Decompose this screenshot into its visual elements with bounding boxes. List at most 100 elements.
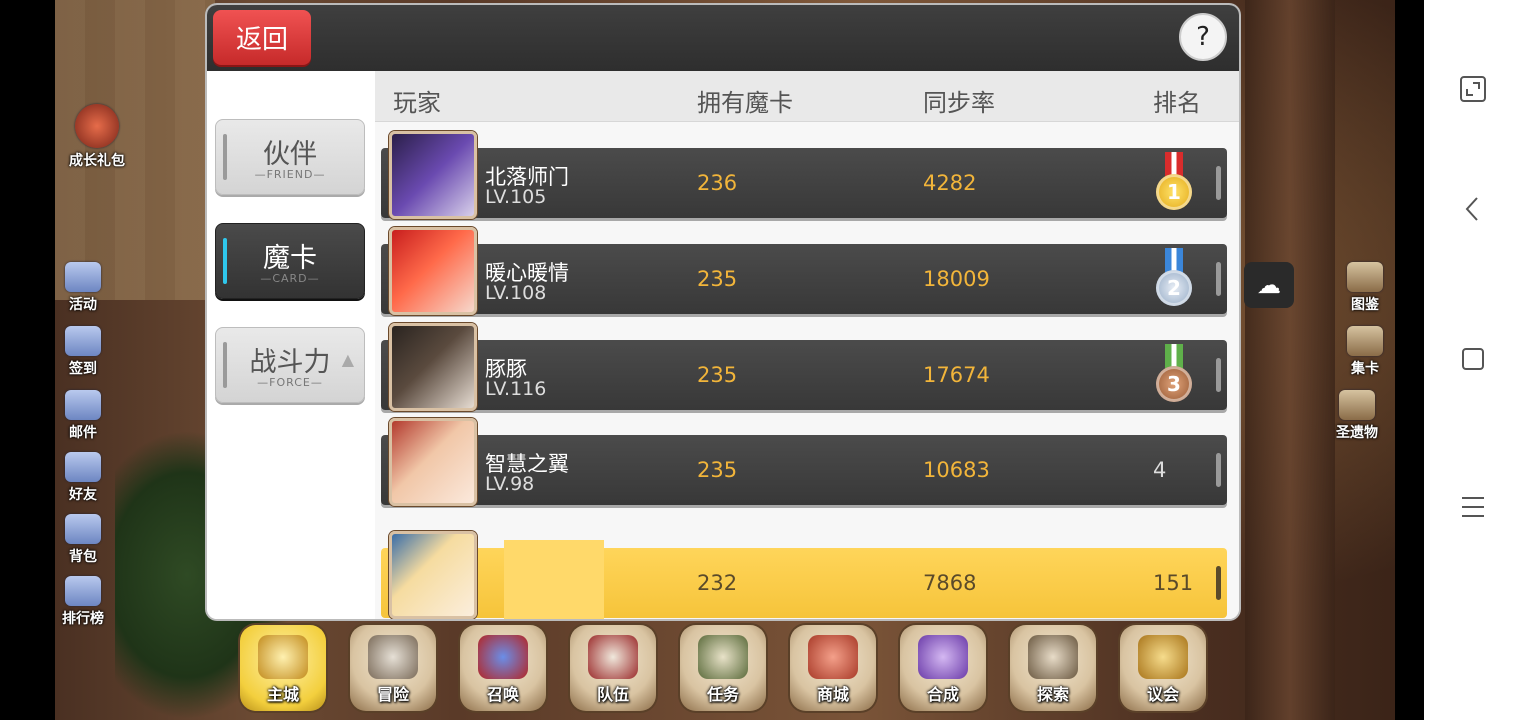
backpack-icon bbox=[65, 514, 101, 544]
col-player: 玩家 bbox=[393, 89, 441, 117]
back-icon[interactable] bbox=[1458, 194, 1488, 224]
card-count: 235 bbox=[697, 267, 738, 291]
tab-force[interactable]: 战斗力 —FORCE— ▲ bbox=[215, 327, 365, 403]
table-row[interactable]: 北落师门 LV.105 236 4282 1 bbox=[381, 131, 1227, 219]
nav-label: 冒险 bbox=[376, 685, 409, 704]
nav-main-city[interactable]: 主城 bbox=[240, 625, 326, 711]
card-count: 235 bbox=[697, 363, 738, 387]
ranking-panel: 返回 ? 伙伴 —FRIEND— 魔卡 —CARD— 战斗力 —FORCE— ▲… bbox=[207, 5, 1239, 619]
crossed-swords-icon bbox=[368, 635, 418, 679]
rank-number: 4 bbox=[1153, 458, 1167, 482]
table-header: 玩家 拥有魔卡 同步率 排名 bbox=[375, 71, 1239, 122]
fullscreen-icon[interactable] bbox=[1458, 74, 1488, 104]
nav-team[interactable]: 队伍 bbox=[570, 625, 656, 711]
table-row[interactable]: 暖心暖情 LV.108 235 18009 2 bbox=[381, 227, 1227, 315]
system-navbar bbox=[1424, 0, 1520, 720]
gold-medal-icon: 1 bbox=[1153, 152, 1195, 218]
envelope-icon bbox=[65, 390, 101, 420]
friends-button[interactable]: 好友 bbox=[48, 452, 118, 504]
home-icon[interactable] bbox=[1458, 344, 1488, 374]
nav-quests[interactable]: 任务 bbox=[680, 625, 766, 711]
collect-cards-label: 集卡 bbox=[1351, 361, 1379, 377]
silver-medal-icon: 2 bbox=[1153, 248, 1195, 314]
nav-label: 合成 bbox=[926, 685, 959, 704]
col-rank: 排名 bbox=[1153, 89, 1201, 117]
nav-summon[interactable]: 召唤 bbox=[460, 625, 546, 711]
checkin-button[interactable]: 签到 bbox=[48, 326, 118, 378]
mail-label: 邮件 bbox=[69, 425, 97, 441]
tab-friend[interactable]: 伙伴 —FRIEND— bbox=[215, 119, 365, 195]
sort-arrow-icon: ▲ bbox=[341, 350, 354, 369]
avatar bbox=[389, 531, 477, 619]
medal-rank: 3 bbox=[1156, 366, 1192, 402]
bronze-medal-icon: 3 bbox=[1153, 344, 1195, 410]
council-emblem-icon bbox=[1138, 635, 1188, 679]
ranking-list[interactable]: 玩家 拥有魔卡 同步率 排名 北落师门 LV.105 236 4282 1 暖心… bbox=[375, 71, 1239, 619]
nav-adventure[interactable]: 冒险 bbox=[350, 625, 436, 711]
friends-icon bbox=[65, 452, 101, 482]
avatar bbox=[389, 227, 477, 315]
nav-explore[interactable]: 探索 bbox=[1010, 625, 1096, 711]
tab-card-label: 魔卡 bbox=[263, 243, 317, 274]
player-level: LV.116 bbox=[485, 378, 547, 400]
chat-button[interactable]: ☁ bbox=[1244, 262, 1294, 308]
potion-icon bbox=[918, 635, 968, 679]
avatar bbox=[389, 131, 477, 219]
checkin-label: 签到 bbox=[69, 361, 97, 377]
pickaxe-icon bbox=[1028, 635, 1078, 679]
row-handle bbox=[1216, 166, 1221, 200]
cards-icon bbox=[1347, 326, 1383, 356]
self-row[interactable]: 232 7868 151 bbox=[381, 531, 1227, 619]
bag-button[interactable]: 背包 bbox=[48, 514, 118, 566]
tab-card[interactable]: 魔卡 —CARD— bbox=[215, 223, 365, 299]
nav-craft[interactable]: 合成 bbox=[900, 625, 986, 711]
codex-button[interactable]: 图鉴 bbox=[1330, 262, 1400, 314]
table-row[interactable]: 豚豚 LV.116 235 17674 3 bbox=[381, 323, 1227, 411]
events-label: 活动 bbox=[69, 297, 97, 313]
back-button[interactable]: 返回 bbox=[213, 10, 311, 65]
nav-council[interactable]: 议会 bbox=[1120, 625, 1206, 711]
rank-number: 151 bbox=[1153, 571, 1194, 595]
tab-force-sub: —FORCE— bbox=[257, 376, 323, 389]
crown-icon bbox=[258, 635, 308, 679]
shop-tree-icon bbox=[808, 635, 858, 679]
redaction-mask bbox=[504, 540, 604, 619]
calendar-icon bbox=[65, 326, 101, 356]
nav-label: 主城 bbox=[266, 685, 299, 704]
tab-card-sub: —CARD— bbox=[260, 272, 320, 285]
avatar bbox=[389, 418, 477, 506]
help-button[interactable]: ? bbox=[1179, 13, 1227, 61]
nav-label: 任务 bbox=[706, 685, 739, 704]
tab-friend-sub-text: FRIEND bbox=[266, 168, 314, 181]
bar-chart-icon bbox=[65, 576, 101, 606]
leaderboard-button[interactable]: 排行榜 bbox=[48, 576, 118, 628]
menu-icon[interactable] bbox=[1458, 492, 1488, 522]
growth-pack-button[interactable]: 成长礼包 bbox=[62, 104, 132, 170]
medal-rank: 1 bbox=[1156, 174, 1192, 210]
table-row[interactable]: 智慧之翼 LV.98 235 10683 4 bbox=[381, 418, 1227, 506]
events-button[interactable]: 活动 bbox=[48, 262, 118, 314]
megaphone-icon bbox=[65, 262, 101, 292]
chat-icon: ☁ bbox=[1257, 271, 1281, 299]
relic-icon bbox=[1339, 390, 1375, 420]
nav-shop[interactable]: 商城 bbox=[790, 625, 876, 711]
pillar-decoration bbox=[1245, 0, 1335, 720]
bag-label: 背包 bbox=[69, 549, 97, 565]
gift-icon bbox=[75, 104, 119, 148]
relics-button[interactable]: 圣遗物 bbox=[1322, 390, 1392, 442]
mail-button[interactable]: 邮件 bbox=[48, 390, 118, 442]
nav-label: 队伍 bbox=[596, 685, 629, 704]
panel-topbar: 返回 ? bbox=[207, 5, 1239, 71]
sync-rate: 17674 bbox=[923, 363, 990, 387]
col-cards: 拥有魔卡 bbox=[697, 89, 793, 117]
friends-label: 好友 bbox=[69, 487, 97, 503]
sync-rate: 18009 bbox=[923, 267, 990, 291]
nav-label: 召唤 bbox=[486, 685, 519, 704]
player-level: LV.98 bbox=[485, 473, 535, 495]
relics-label: 圣遗物 bbox=[1336, 425, 1378, 441]
nav-label: 议会 bbox=[1146, 685, 1179, 704]
collect-cards-button[interactable]: 集卡 bbox=[1330, 326, 1400, 378]
bottom-nav: 主城 冒险 召唤 队伍 任务 商城 合成 探索 议会 bbox=[240, 625, 1220, 715]
sync-rate: 7868 bbox=[923, 571, 977, 595]
row-handle bbox=[1216, 358, 1221, 392]
